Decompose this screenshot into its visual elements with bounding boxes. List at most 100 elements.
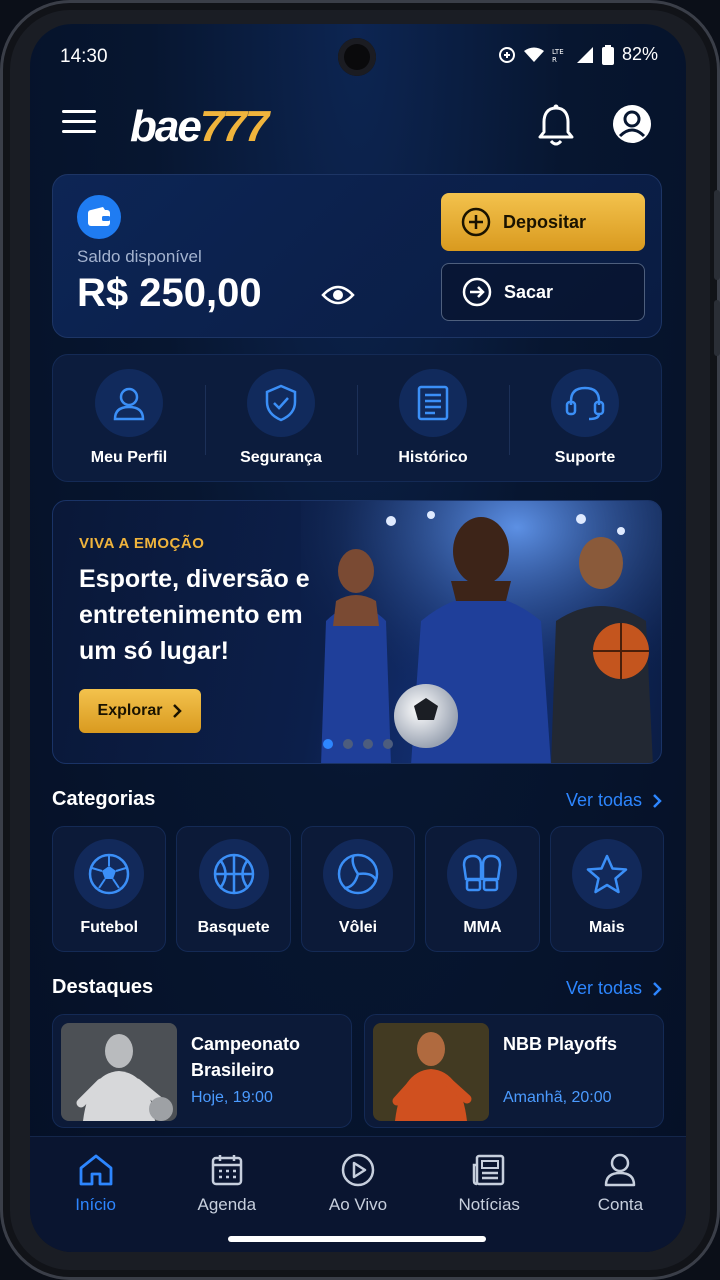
document-list-icon [399, 369, 467, 437]
wallet-icon [77, 195, 121, 239]
quick-actions: Meu Perfil Segurança Histórico Suporte [52, 354, 662, 482]
volume-button [714, 190, 720, 280]
menu-button[interactable] [62, 110, 96, 140]
highlight-card[interactable]: NBB Playoffs Amanhã, 20:00 [364, 1014, 664, 1128]
quick-action-label: Segurança [240, 449, 322, 466]
profile-button[interactable] [612, 104, 652, 144]
withdraw-button[interactable]: Sacar [441, 263, 645, 321]
bottom-navigation: Início Agenda Ao Vivo Notícias Conta [30, 1136, 686, 1252]
quick-action-support[interactable]: Suporte [509, 355, 661, 481]
explore-label: Explorar [97, 702, 163, 719]
menu-icon-line [62, 130, 96, 133]
bell-icon [538, 104, 574, 146]
explore-button[interactable]: Explorar [79, 689, 201, 733]
carousel-dot[interactable] [383, 739, 393, 749]
quick-action-history[interactable]: Histórico [357, 355, 509, 481]
balance-label: Saldo disponível [77, 247, 202, 266]
signal-icon [576, 46, 593, 63]
headset-icon [551, 369, 619, 437]
news-icon [472, 1154, 505, 1186]
quick-action-security[interactable]: Segurança [205, 355, 357, 481]
status-bar: 14:30 LTE R 82% [30, 24, 686, 88]
plus-circle-icon [461, 207, 491, 237]
svg-text:R: R [552, 56, 557, 63]
user-icon [95, 369, 163, 437]
soccer-ball-icon [74, 839, 145, 909]
see-all-label: Ver todas [565, 790, 642, 810]
category-label: Vôlei [338, 919, 378, 936]
highlight-name: Campeonato Brasileiro [191, 1034, 301, 1080]
chevron-right-icon [653, 981, 662, 996]
category-label: Futebol [80, 919, 139, 936]
carousel-dot[interactable] [343, 739, 353, 749]
deposit-button[interactable]: Depositar [441, 193, 645, 251]
highlight-name: NBB Playoffs [503, 1034, 618, 1054]
status-time: 14:30 [60, 46, 108, 67]
categories-header: Categorias Ver todas [52, 788, 662, 818]
nav-account[interactable]: Conta [555, 1137, 686, 1252]
nav-label: Conta [597, 1195, 644, 1214]
quick-action-label: Histórico [398, 449, 468, 466]
home-indicator[interactable] [228, 1236, 486, 1242]
eye-icon [321, 285, 355, 305]
banner-title: Esporte, diversão e entretenimento em um… [79, 565, 310, 665]
notifications-button[interactable] [536, 104, 576, 148]
chevron-right-icon [653, 793, 662, 808]
nav-home[interactable]: Início [30, 1137, 161, 1252]
nav-news[interactable]: Notícias [424, 1137, 555, 1252]
category-more[interactable]: Mais [549, 826, 665, 952]
carousel-dot[interactable] [363, 739, 373, 749]
categories-title: Categorias [52, 788, 156, 810]
arrow-right-circle-icon [462, 277, 492, 307]
categories-see-all[interactable]: Ver todas [566, 790, 662, 811]
category-volleyball[interactable]: Vôlei [300, 826, 416, 952]
menu-icon [62, 110, 96, 113]
shield-check-icon [247, 369, 315, 437]
category-label: Basquete [197, 919, 270, 936]
category-mma[interactable]: MMA [425, 826, 540, 952]
nav-schedule[interactable]: Agenda [161, 1137, 292, 1252]
quick-action-profile[interactable]: Meu Perfil [53, 355, 205, 481]
highlights-list: Campeonato Brasileiro Hoje, 19:00 NBB Pl… [52, 1014, 664, 1128]
lte-icon: LTER [552, 48, 564, 63]
volleyball-icon [323, 839, 394, 909]
carousel-dots [323, 739, 393, 749]
menu-icon-line [62, 120, 96, 123]
category-soccer[interactable]: Futebol [52, 826, 167, 952]
nav-label: Agenda [197, 1195, 257, 1214]
highlight-time: Hoje, 19:00 [191, 1089, 273, 1106]
toggle-balance-visibility[interactable] [321, 283, 355, 307]
app-screen: 14:30 LTE R 82% bae777 Saldo disponível … [30, 24, 686, 1252]
front-camera [338, 38, 376, 76]
battery-icon [601, 44, 614, 65]
carousel-dot[interactable] [323, 739, 333, 749]
soccer-player-thumbnail [61, 1023, 177, 1121]
highlight-time: Amanhã, 20:00 [503, 1089, 612, 1106]
boxing-gloves-icon [447, 839, 518, 909]
highlight-card[interactable]: Campeonato Brasileiro Hoje, 19:00 [52, 1014, 352, 1128]
star-icon [571, 839, 642, 909]
app-logo: bae777 [130, 102, 269, 152]
see-all-label: Ver todas [565, 978, 642, 998]
play-icon [341, 1153, 375, 1187]
category-label: MMA [463, 919, 502, 936]
quick-action-label: Suporte [554, 449, 616, 466]
nav-label: Início [75, 1195, 116, 1214]
quick-action-label: Meu Perfil [90, 449, 168, 466]
power-button [714, 300, 720, 356]
logo-text: bae [130, 102, 202, 151]
category-basketball[interactable]: Basquete [176, 826, 291, 952]
highlights-see-all[interactable]: Ver todas [566, 978, 662, 999]
chevron-right-icon [173, 704, 183, 718]
user-icon [605, 1153, 636, 1187]
calendar-icon [211, 1155, 243, 1186]
highlights-title: Destaques [52, 976, 154, 998]
promo-banner[interactable]: VIVA A EMOÇÃO Esporte, diversão e entret… [52, 500, 662, 764]
basketball-player-thumbnail [373, 1023, 489, 1121]
basketball-icon [198, 839, 269, 909]
nav-live[interactable]: Ao Vivo [292, 1137, 423, 1252]
status-icons: LTE R 82% [498, 44, 658, 65]
banner-kicker: VIVA A EMOÇÃO [79, 535, 205, 552]
nav-label: Notícias [458, 1195, 520, 1214]
account-circle-icon [613, 105, 651, 143]
